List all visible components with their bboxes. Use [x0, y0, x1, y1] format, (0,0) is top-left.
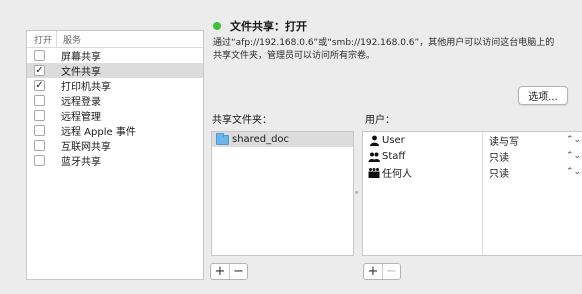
permission-stepper-icon[interactable]: ⌃⌄ — [566, 135, 581, 145]
service-label: 远程登录 — [61, 97, 101, 108]
service-row-file-sharing[interactable]: ✓ 文件共享 — [27, 63, 203, 78]
column-header-service[interactable]: 服务 — [57, 33, 81, 46]
service-checkbox[interactable] — [34, 140, 45, 151]
service-row-remote-management[interactable]: 远程管理 — [27, 108, 203, 123]
service-label: 远程 Apple 事件 — [61, 127, 136, 138]
service-row-printer-sharing[interactable]: ✓ 打印机共享 — [27, 78, 203, 93]
users-button-group: + − — [363, 263, 401, 280]
status-line: 文件共享：打开 — [213, 18, 307, 34]
service-label: 打印机共享 — [61, 82, 111, 93]
service-label: 蓝牙共享 — [61, 157, 101, 168]
user-permission[interactable]: 读与写 — [489, 133, 519, 148]
service-checkbox[interactable]: ✓ — [34, 80, 45, 91]
folder-icon — [216, 132, 229, 145]
user-name: 任何人 — [382, 168, 412, 180]
add-shared-folder-button[interactable]: + — [211, 264, 229, 279]
user-row[interactable]: Staff 只读 ⌃⌄ — [363, 148, 582, 164]
service-row-remote-apple-events[interactable]: 远程 Apple 事件 — [27, 123, 203, 138]
shared-folder-item[interactable]: shared_doc — [212, 132, 353, 147]
service-checkbox[interactable] — [34, 110, 45, 121]
service-label: 屏幕共享 — [61, 52, 101, 63]
service-checkbox[interactable] — [34, 125, 45, 136]
column-header-open[interactable]: 打开 — [27, 31, 57, 47]
users-list: User 读与写 ⌃⌄ Staff 只读 ⌃⌄ 任何人 只读 ⌃⌄ — [362, 131, 582, 256]
remove-shared-folder-button[interactable]: − — [229, 264, 247, 279]
status-text: 文件共享：打开 — [230, 20, 307, 33]
service-label: 互联网共享 — [61, 142, 111, 153]
user-name: Staff — [382, 150, 406, 162]
users-label: 用户： — [365, 115, 395, 126]
service-row-screen-sharing[interactable]: 屏幕共享 — [27, 48, 203, 63]
user-row[interactable]: User 读与写 ⌃⌄ — [363, 132, 582, 148]
status-indicator-dot — [213, 22, 221, 30]
split-resize-handle[interactable] — [355, 191, 358, 194]
user-permission[interactable]: 只读 — [489, 149, 509, 164]
remove-user-button[interactable]: − — [382, 264, 400, 279]
shared-folders-button-group: + − — [210, 263, 248, 280]
service-label: 远程管理 — [61, 112, 101, 123]
services-panel: 打开 服务 屏幕共享 ✓ 文件共享 ✓ 打印机共享 远程登录 远程管理 远程 A… — [26, 30, 204, 280]
service-row-bluetooth-sharing[interactable]: 蓝牙共享 — [27, 153, 203, 168]
user-name: User — [382, 134, 405, 146]
permission-stepper-icon[interactable]: ⌃⌄ — [566, 151, 581, 161]
service-label: 文件共享 — [61, 67, 101, 78]
single-user-icon — [368, 134, 380, 146]
services-list: 屏幕共享 ✓ 文件共享 ✓ 打印机共享 远程登录 远程管理 远程 Apple 事… — [27, 48, 203, 168]
add-user-button[interactable]: + — [364, 264, 382, 279]
service-row-internet-sharing[interactable]: 互联网共享 — [27, 138, 203, 153]
service-checkbox[interactable] — [34, 50, 45, 61]
service-checkbox[interactable] — [34, 155, 45, 166]
sharing-description: 通过“afp://192.168.0.6”或“smb://192.168.0.6… — [213, 38, 555, 61]
shared-folders-list: shared_doc — [211, 131, 354, 256]
everyone-icon — [368, 166, 380, 178]
user-row[interactable]: 任何人 只读 ⌃⌄ — [363, 164, 582, 180]
service-row-remote-login[interactable]: 远程登录 — [27, 93, 203, 108]
group-icon — [368, 150, 380, 162]
services-table-header: 打开 服务 — [27, 31, 203, 48]
shared-folder-name: shared_doc — [232, 134, 290, 145]
options-button[interactable]: 选项... — [518, 86, 568, 105]
shared-folders-label: 共享文件夹： — [212, 115, 272, 126]
permission-stepper-icon[interactable]: ⌃⌄ — [566, 167, 581, 177]
service-checkbox[interactable]: ✓ — [34, 65, 45, 76]
service-checkbox[interactable] — [34, 95, 45, 106]
user-permission[interactable]: 只读 — [489, 165, 509, 180]
